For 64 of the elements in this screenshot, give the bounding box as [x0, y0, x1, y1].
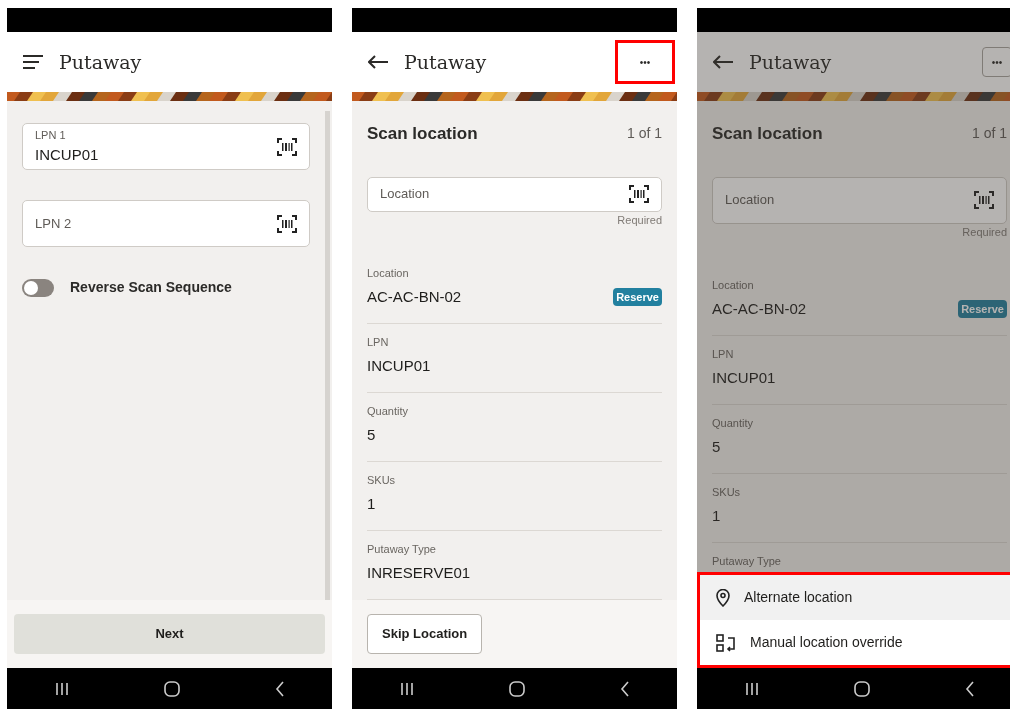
back-icon[interactable] [274, 680, 285, 697]
home-icon[interactable] [163, 680, 180, 697]
status-tag: Reserve [613, 287, 662, 306]
detail-value: 1 [367, 493, 376, 514]
status-tag: Reserve [958, 299, 1007, 318]
home-icon[interactable] [853, 680, 870, 697]
field-label: LPN 1 [35, 128, 67, 143]
barcode-scan-icon [277, 214, 297, 233]
detail-value: 5 [367, 424, 376, 445]
detail-value: 5 [712, 436, 721, 457]
helper-text: Required [617, 212, 662, 228]
section-title: Scan location [712, 123, 823, 145]
helper-text: Required [962, 224, 1007, 240]
detail-label: Quantity [712, 416, 754, 431]
detail-label: LPN [712, 347, 735, 362]
detail-label: Putaway Type [367, 542, 437, 557]
menu-icon[interactable] [23, 55, 43, 69]
page-title: Putaway [404, 49, 487, 75]
section-title: Scan location [367, 123, 478, 145]
field-placeholder: Location [380, 185, 431, 204]
back-arrow-icon[interactable] [713, 55, 733, 69]
detail-value: AC-AC-BN-02 [712, 298, 807, 319]
detail-value: INCUP01 [367, 355, 431, 376]
location-pin-icon [716, 588, 730, 607]
barcode-scan-icon [974, 191, 994, 209]
input-field[interactable]: LPN 2 [22, 200, 310, 247]
recent-apps-icon[interactable] [399, 681, 414, 696]
more-options-button[interactable]: ••• [630, 47, 660, 77]
toggle-switch[interactable] [22, 278, 54, 297]
back-icon[interactable] [619, 680, 630, 697]
field-label: LPN 2 [35, 214, 73, 233]
barcode-scan-icon [629, 185, 649, 203]
page-title: Putaway [749, 49, 832, 75]
page-counter: 1 of 1 [971, 124, 1007, 144]
recent-apps-icon[interactable] [744, 681, 759, 696]
detail-label: Location [712, 278, 755, 293]
field-value: INCUP01 [35, 144, 100, 165]
detail-value: INRESERVE01 [367, 562, 471, 583]
barcode-scan-icon [277, 137, 297, 156]
back-arrow-icon[interactable] [368, 55, 388, 69]
detail-value: 1 [712, 505, 721, 526]
detail-label: LPN [367, 335, 390, 350]
back-icon[interactable] [964, 680, 975, 697]
detail-value: INCUP01 [712, 367, 776, 388]
menu-item[interactable]: Alternate location [700, 575, 1010, 620]
input-field[interactable]: LPN 1 INCUP01 [22, 123, 310, 170]
detail-label: Quantity [367, 404, 409, 419]
toggle-label: Reverse Scan Sequence [70, 278, 232, 297]
detail-label: SKUs [367, 473, 397, 488]
skip-button[interactable]: Skip Location [367, 614, 483, 654]
input-field[interactable]: Location [367, 176, 662, 212]
recent-apps-icon[interactable] [54, 681, 69, 696]
page-title: Putaway [59, 49, 142, 75]
detail-label: SKUs [712, 485, 742, 500]
field-placeholder: Location [725, 191, 776, 210]
page-counter: 1 of 1 [626, 124, 662, 144]
next-button[interactable]: Next [14, 614, 325, 654]
input-field[interactable]: Location [712, 176, 1007, 224]
detail-label: Location [367, 266, 410, 281]
detail-value: AC-AC-BN-02 [367, 286, 462, 307]
swap-location-icon [716, 633, 736, 652]
detail-label: Putaway Type [712, 554, 782, 569]
more-options-button[interactable]: ••• [982, 47, 1010, 77]
home-icon[interactable] [508, 680, 525, 697]
